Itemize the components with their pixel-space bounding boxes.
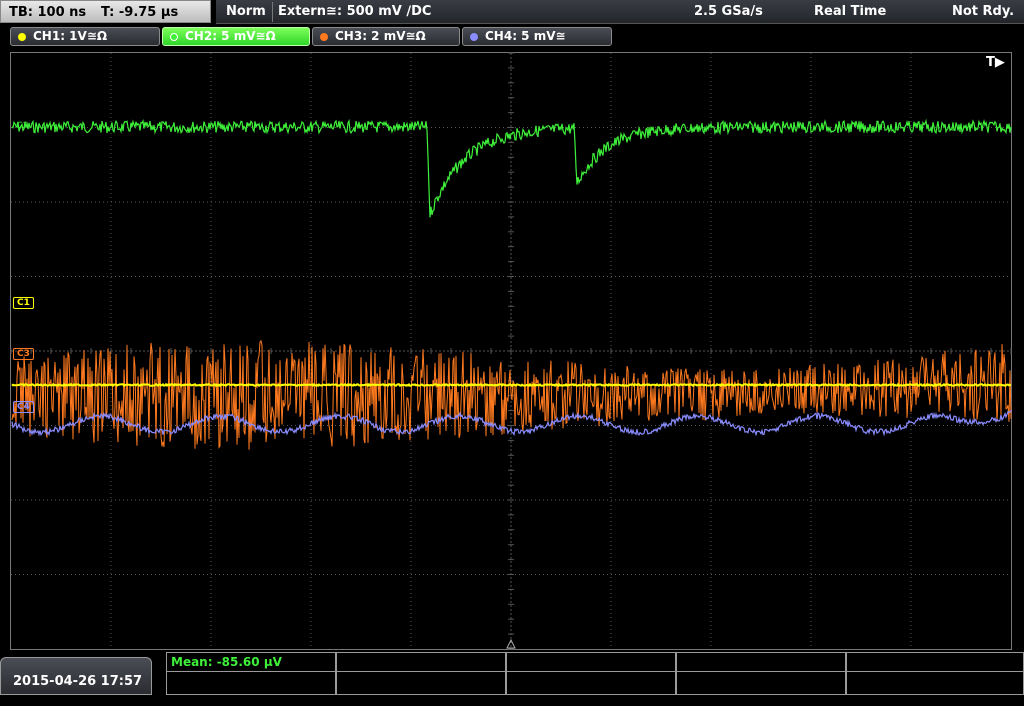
- ch1-offset-marker[interactable]: C1: [13, 297, 34, 309]
- mean-measurement: Mean: -85.60 µV: [171, 655, 282, 669]
- ch4-offset-marker[interactable]: C4: [13, 401, 34, 413]
- trigger-marker-icon[interactable]: T▶: [986, 55, 1005, 70]
- grid-lines: [10, 52, 1012, 650]
- measurement-cell[interactable]: [676, 672, 846, 695]
- measurement-panel: Mean: -85.60 µV: [166, 652, 1024, 695]
- measurement-cell[interactable]: [336, 672, 506, 695]
- measurement-cell[interactable]: [676, 652, 846, 672]
- measurement-cell[interactable]: [846, 672, 1024, 695]
- datetime-box: 2015-04-26 17:57: [0, 657, 152, 695]
- ch3-offset-marker[interactable]: C3: [13, 348, 34, 360]
- measurement-cell[interactable]: Mean: -85.60 µV: [166, 652, 336, 672]
- measurement-cell[interactable]: [506, 672, 676, 695]
- ch2-offset-marker[interactable]: C2: [13, 121, 32, 131]
- waveform-plot: [10, 52, 1012, 650]
- ch1-trace: [11, 382, 1012, 388]
- measurement-cell[interactable]: [166, 672, 336, 695]
- measurement-cell[interactable]: [336, 652, 506, 672]
- measurement-cell[interactable]: [846, 652, 1024, 672]
- datetime-label: 2015-04-26 17:57: [13, 674, 143, 689]
- measurement-cell[interactable]: [506, 652, 676, 672]
